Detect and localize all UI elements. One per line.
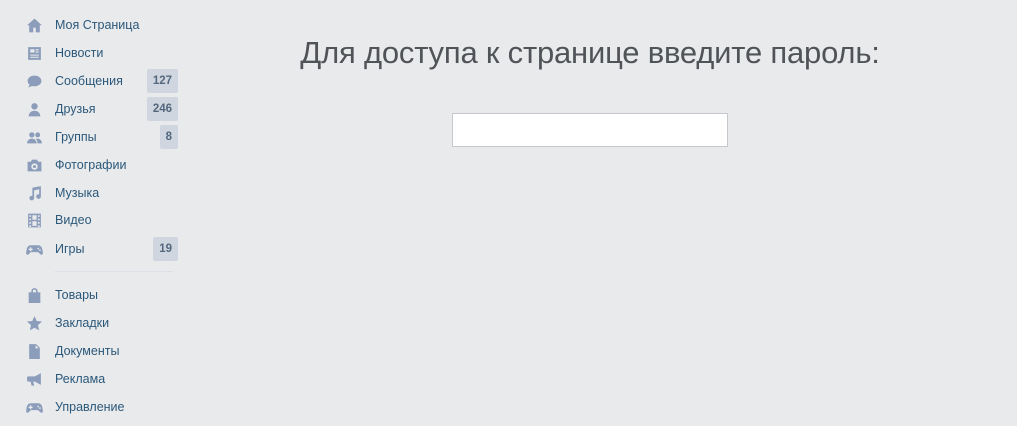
sidebar-item-messages[interactable]: Сообщения 127 (22, 69, 178, 93)
sidebar-item-documents[interactable]: Документы (22, 339, 178, 363)
sidebar-item-management[interactable]: Управление (22, 395, 178, 419)
sidebar-item-label: Группы (55, 130, 97, 144)
sidebar-item-photos[interactable]: Фотографии (22, 153, 178, 177)
sidebar-item-label: Моя Страница (55, 18, 140, 32)
password-input[interactable] (452, 113, 728, 147)
sidebar-item-music[interactable]: Музыка (22, 181, 178, 205)
megaphone-icon (24, 369, 44, 389)
star-icon (24, 313, 44, 333)
home-icon (24, 15, 44, 35)
sidebar-item-label: Фотографии (55, 158, 127, 172)
sidebar-item-groups[interactable]: Группы 8 (22, 125, 178, 149)
video-icon (24, 210, 44, 230)
sidebar-item-bookmarks[interactable]: Закладки (22, 311, 178, 335)
sidebar-item-label: Закладки (55, 316, 110, 330)
friends-count-badge: 246 (146, 97, 178, 121)
page-title: Для доступа к странице введите пароль: (300, 35, 880, 70)
friends-icon (24, 99, 44, 119)
camera-icon (24, 155, 44, 175)
sidebar-item-label: Сообщения (55, 74, 123, 88)
shopping-bag-icon (24, 285, 44, 305)
document-icon (24, 341, 44, 361)
music-icon (24, 183, 44, 203)
sidebar-item-my-page[interactable]: Моя Страница (22, 13, 178, 37)
sidebar-item-games[interactable]: Игры 19 (22, 237, 178, 261)
sidebar-item-label: Товары (55, 288, 98, 302)
gamepad-icon (24, 239, 44, 259)
sidebar-item-ads[interactable]: Реклама (22, 367, 178, 391)
sidebar-item-label: Управление (55, 400, 125, 414)
groups-icon (24, 127, 44, 147)
sidebar-item-label: Видео (55, 213, 92, 227)
sidebar-item-label: Игры (55, 242, 85, 256)
sidebar-item-video[interactable]: Видео (22, 208, 178, 232)
messages-icon (24, 71, 44, 91)
sidebar-item-label: Реклама (55, 372, 106, 386)
sidebar-item-label: Друзья (55, 102, 96, 116)
sidebar-item-friends[interactable]: Друзья 246 (22, 97, 178, 121)
sidebar-item-goods[interactable]: Товары (22, 283, 178, 307)
news-icon (24, 43, 44, 63)
messages-count-badge: 127 (146, 69, 178, 93)
sidebar-item-label: Документы (55, 344, 120, 358)
groups-count-badge: 8 (159, 125, 178, 149)
sidebar-item-news[interactable]: Новости (22, 41, 178, 65)
sidebar-item-label: Музыка (55, 186, 100, 200)
sidebar-item-label: Новости (55, 46, 104, 60)
games-count-badge: 19 (153, 237, 178, 261)
gamepad-icon (24, 397, 44, 417)
sidebar-divider (55, 271, 173, 272)
